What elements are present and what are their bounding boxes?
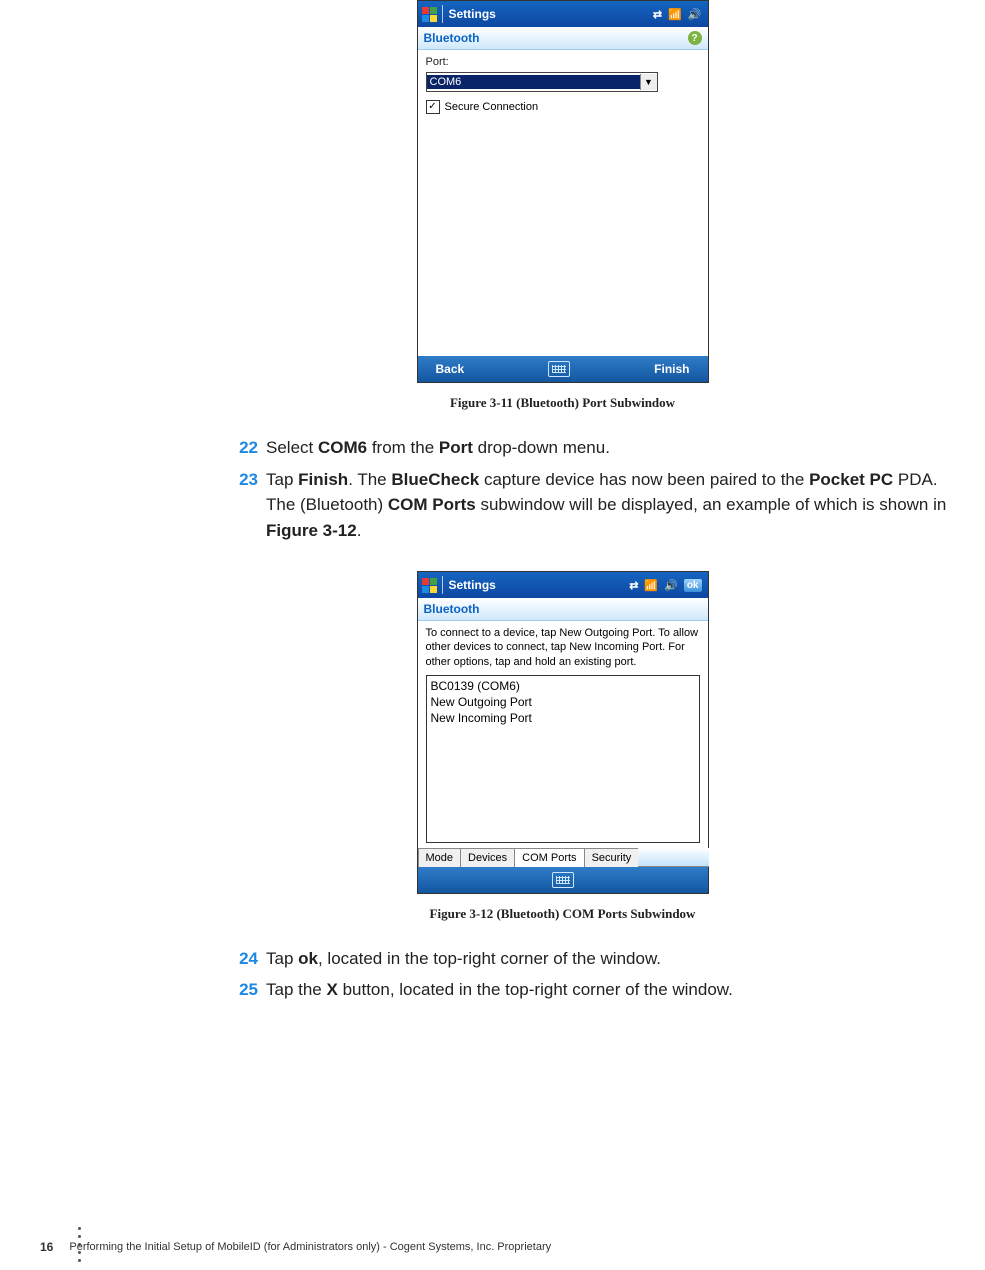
page-number: 16 bbox=[40, 1240, 53, 1254]
port-listbox[interactable]: BC0139 (COM6) New Outgoing Port New Inco… bbox=[426, 675, 700, 843]
step-text: Tap Finish. The BlueCheck capture device… bbox=[266, 467, 965, 544]
secure-checkbox[interactable]: ✓ bbox=[426, 100, 440, 114]
titlebar: Settings ⇄ 📶 🔊 bbox=[418, 1, 708, 27]
ok-button[interactable]: ok bbox=[684, 579, 702, 592]
connectivity-icon[interactable]: ⇄ bbox=[653, 8, 662, 21]
tab-devices[interactable]: Devices bbox=[460, 848, 515, 867]
help-icon[interactable]: ? bbox=[688, 31, 702, 45]
titlebar-label: Settings bbox=[449, 7, 496, 21]
screenshot-port-subwindow: Settings ⇄ 📶 🔊 Bluetooth ? Port: COM6 ▼ bbox=[417, 0, 709, 383]
port-label: Port: bbox=[426, 56, 700, 68]
tab-mode[interactable]: Mode bbox=[418, 848, 462, 867]
volume-icon[interactable]: 🔊 bbox=[688, 8, 702, 21]
list-item[interactable]: New Outgoing Port bbox=[431, 694, 695, 710]
step-text: Tap ok, located in the top-right corner … bbox=[266, 946, 965, 972]
subtitle-label: Bluetooth bbox=[424, 31, 480, 45]
step-number: 25 bbox=[226, 977, 258, 1003]
titlebar-label: Settings bbox=[449, 578, 496, 592]
step-number: 24 bbox=[226, 946, 258, 972]
signal-icon[interactable]: 📶 bbox=[668, 8, 682, 21]
instructions-text: To connect to a device, tap New Outgoing… bbox=[426, 626, 700, 669]
secure-label: Secure Connection bbox=[445, 101, 539, 113]
volume-icon[interactable]: 🔊 bbox=[664, 579, 678, 592]
port-value: COM6 bbox=[427, 75, 640, 89]
step-number: 23 bbox=[226, 467, 258, 544]
tab-bar: Mode Devices COM Ports Security bbox=[418, 848, 708, 867]
tab-comports[interactable]: COM Ports bbox=[514, 848, 584, 867]
keyboard-icon[interactable] bbox=[548, 361, 570, 377]
start-icon[interactable] bbox=[422, 6, 438, 22]
step-text: Tap the X button, located in the top-rig… bbox=[266, 977, 965, 1003]
tab-security[interactable]: Security bbox=[584, 848, 640, 867]
page-footer: 16 Performing the Initial Setup of Mobil… bbox=[40, 1240, 551, 1254]
figure-caption: Figure 3-12 (Bluetooth) COM Ports Subwin… bbox=[140, 906, 985, 922]
subtitle-bar: Bluetooth ? bbox=[418, 27, 708, 50]
subtitle-label: Bluetooth bbox=[424, 602, 480, 616]
screenshot-comports-subwindow: Settings ⇄ 📶 🔊 ok Bluetooth To connect t… bbox=[417, 571, 709, 894]
step-number: 22 bbox=[226, 435, 258, 461]
step-text: Select COM6 from the Port drop-down menu… bbox=[266, 435, 965, 461]
finish-button[interactable]: Finish bbox=[654, 362, 689, 376]
list-item[interactable]: New Incoming Port bbox=[431, 710, 695, 726]
connectivity-icon[interactable]: ⇄ bbox=[629, 579, 638, 592]
subtitle-bar: Bluetooth bbox=[418, 598, 708, 621]
titlebar: Settings ⇄ 📶 🔊 ok bbox=[418, 572, 708, 598]
port-dropdown[interactable]: COM6 ▼ bbox=[426, 72, 658, 92]
keyboard-icon[interactable] bbox=[552, 872, 574, 888]
footer-text: Performing the Initial Setup of MobileID… bbox=[69, 1241, 551, 1253]
figure-caption: Figure 3-11 (Bluetooth) Port Subwindow bbox=[140, 395, 985, 411]
back-button[interactable]: Back bbox=[436, 362, 465, 376]
list-item[interactable]: BC0139 (COM6) bbox=[431, 678, 695, 694]
chevron-down-icon[interactable]: ▼ bbox=[640, 74, 657, 90]
start-icon[interactable] bbox=[422, 577, 438, 593]
signal-icon[interactable]: 📶 bbox=[644, 579, 658, 592]
